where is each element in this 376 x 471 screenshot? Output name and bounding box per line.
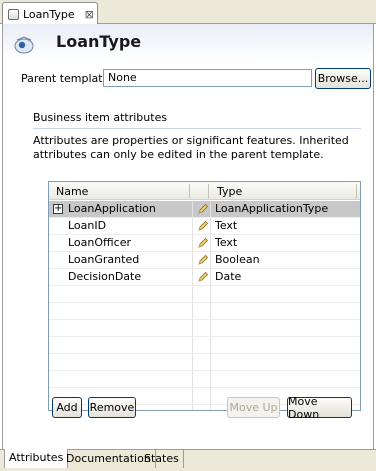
page-header: LoanType bbox=[3, 24, 373, 62]
business-object-icon bbox=[14, 36, 34, 54]
attribute-type-cell[interactable]: Text bbox=[210, 218, 360, 234]
pencil-icon[interactable] bbox=[197, 203, 209, 215]
editor-frame: LoanType Parent template None Browse... … bbox=[2, 24, 374, 450]
attribute-name-cell[interactable]: DecisionDate bbox=[49, 269, 192, 285]
table-row[interactable]: LoanOfficer Text bbox=[49, 235, 360, 252]
attribute-name: LoanID bbox=[68, 219, 107, 232]
editor-tab-label: LoanType bbox=[23, 7, 75, 21]
attributes-table[interactable]: Name Type + LoanApplication LoanApplicatio… bbox=[48, 181, 361, 411]
pencil-icon[interactable] bbox=[197, 271, 209, 283]
attribute-name: LoanOfficer bbox=[68, 236, 132, 249]
edit-cell[interactable] bbox=[192, 201, 210, 217]
column-header-type[interactable]: Type bbox=[217, 185, 242, 198]
page-title: LoanType bbox=[56, 32, 142, 51]
empty-table-row bbox=[49, 337, 360, 354]
attribute-name-cell[interactable]: LoanOfficer bbox=[49, 235, 192, 251]
attribute-type: Date bbox=[215, 270, 242, 283]
empty-table-row bbox=[49, 354, 360, 371]
attribute-type-cell[interactable]: Date bbox=[210, 269, 360, 285]
attribute-name: LoanGranted bbox=[68, 253, 140, 266]
pencil-icon[interactable] bbox=[197, 254, 209, 266]
column-divider bbox=[356, 184, 357, 198]
attribute-type: Text bbox=[215, 219, 238, 232]
section-description: Attributes are properties or significant… bbox=[33, 134, 349, 161]
expand-icon[interactable]: + bbox=[53, 204, 63, 214]
edit-cell[interactable] bbox=[192, 252, 210, 268]
tab-attributes[interactable]: Attributes bbox=[4, 449, 69, 468]
section-divider bbox=[33, 128, 361, 129]
edit-cell[interactable] bbox=[192, 218, 210, 234]
attribute-name-cell[interactable]: LoanID bbox=[49, 218, 192, 234]
empty-table-row bbox=[49, 320, 360, 337]
attribute-type-cell[interactable]: LoanApplicationType bbox=[210, 201, 360, 217]
table-body: + LoanApplication LoanApplicationType LoanI… bbox=[49, 201, 360, 405]
close-icon[interactable]: ⊠ bbox=[85, 9, 94, 20]
attribute-name-cell[interactable]: LoanGranted bbox=[49, 252, 192, 268]
editor-tab-loantype[interactable]: LoanType ⊠ bbox=[2, 2, 98, 25]
move-up-button[interactable]: Move Up bbox=[227, 397, 280, 418]
table-row[interactable]: LoanGranted Boolean bbox=[49, 252, 360, 269]
tab-states[interactable]: States bbox=[140, 450, 184, 468]
pencil-icon[interactable] bbox=[197, 220, 209, 232]
attribute-name: DecisionDate bbox=[68, 270, 142, 283]
section-title: Business item attributes bbox=[33, 111, 168, 124]
edit-cell[interactable] bbox=[192, 235, 210, 251]
attribute-type-cell[interactable]: Boolean bbox=[210, 252, 360, 268]
file-icon bbox=[8, 8, 19, 20]
table-row[interactable]: DecisionDate Date bbox=[49, 269, 360, 286]
table-header: Name Type bbox=[49, 182, 360, 200]
empty-table-row bbox=[49, 286, 360, 303]
attribute-name: LoanApplication bbox=[68, 202, 156, 215]
attribute-type: Boolean bbox=[215, 253, 260, 266]
attribute-type-cell[interactable]: Text bbox=[210, 235, 360, 251]
parent-template-field[interactable]: None bbox=[103, 69, 312, 87]
edit-cell[interactable] bbox=[192, 269, 210, 285]
table-row[interactable]: + LoanApplication LoanApplicationType bbox=[49, 201, 360, 218]
attribute-type: LoanApplicationType bbox=[215, 202, 329, 215]
attribute-name-cell[interactable]: + LoanApplication bbox=[49, 201, 192, 217]
empty-table-row bbox=[49, 371, 360, 388]
column-divider bbox=[189, 184, 190, 198]
add-button[interactable]: Add bbox=[52, 397, 82, 418]
table-row[interactable]: LoanID Text bbox=[49, 218, 360, 235]
parent-template-label: Parent template bbox=[21, 72, 110, 85]
bottom-tab-strip: Attributes Documentation States bbox=[0, 449, 376, 471]
attribute-type: Text bbox=[215, 236, 238, 249]
empty-table-row bbox=[49, 303, 360, 320]
pencil-icon[interactable] bbox=[197, 237, 209, 249]
column-divider bbox=[208, 184, 209, 198]
editor-tab-strip: LoanType ⊠ bbox=[0, 0, 376, 25]
remove-button[interactable]: Remove bbox=[88, 397, 136, 418]
column-header-name[interactable]: Name bbox=[56, 185, 88, 198]
move-down-button[interactable]: Move Down bbox=[287, 395, 352, 421]
browse-button[interactable]: Browse... bbox=[315, 68, 371, 89]
